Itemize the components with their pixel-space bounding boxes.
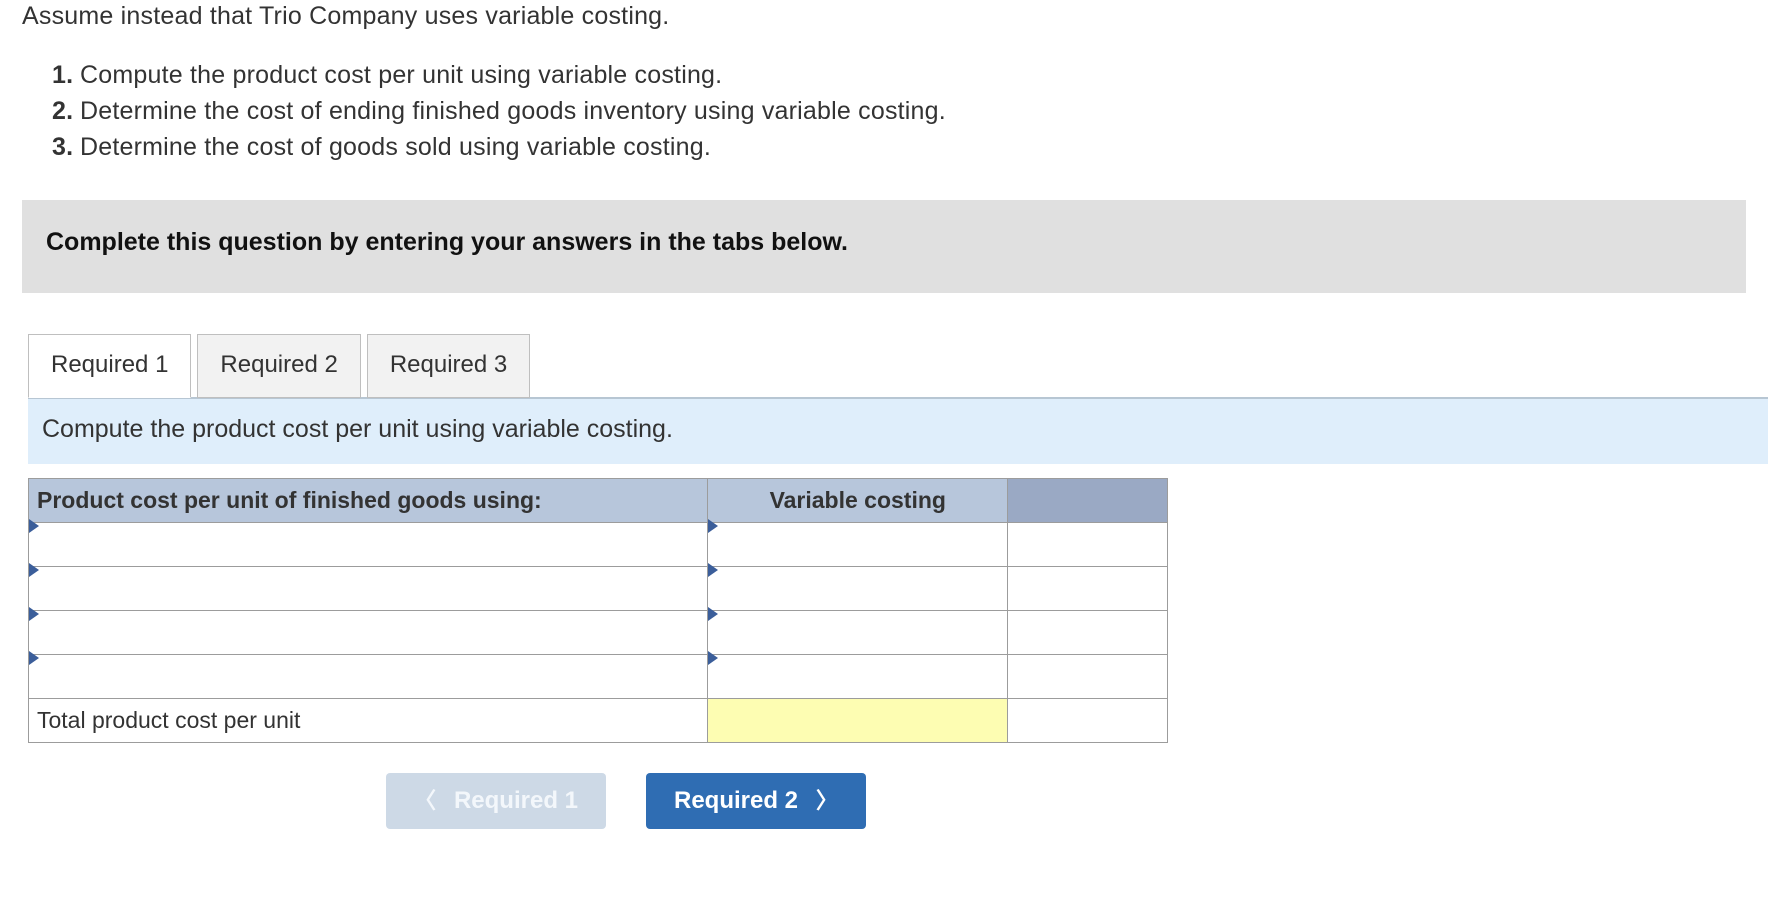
chevron-left-icon: 〈 — [414, 790, 436, 812]
cell-marker-icon — [708, 563, 718, 577]
cell-marker-icon — [708, 651, 718, 665]
tab-required-1[interactable]: Required 1 — [28, 334, 191, 398]
cost-value-input[interactable] — [708, 567, 1008, 611]
requirement-item: 2.Determine the cost of ending finished … — [52, 95, 1746, 129]
table-row — [29, 611, 1168, 655]
prev-button[interactable]: 〈 Required 1 — [386, 773, 606, 829]
nav-row: 〈 Required 1 Required 2 〉 — [56, 773, 1196, 829]
blank-cell — [1008, 655, 1168, 699]
table-total-row: Total product cost per unit — [29, 699, 1168, 743]
cost-item-input[interactable] — [29, 567, 708, 611]
next-button[interactable]: Required 2 〉 — [646, 773, 866, 829]
blank-cell — [1008, 699, 1168, 743]
tab-prompt: Compute the product cost per unit using … — [28, 397, 1768, 464]
table-row — [29, 523, 1168, 567]
prev-button-label: Required 1 — [454, 787, 578, 815]
total-value-cell[interactable] — [708, 699, 1008, 743]
cell-marker-icon — [708, 607, 718, 621]
table-row — [29, 567, 1168, 611]
blank-cell — [1008, 611, 1168, 655]
total-label: Total product cost per unit — [29, 699, 708, 743]
blank-cell — [1008, 523, 1168, 567]
requirement-text: Determine the cost of ending finished go… — [80, 97, 946, 125]
next-button-label: Required 2 — [674, 787, 798, 815]
col-header-blank — [1008, 479, 1168, 523]
cost-item-input[interactable] — [29, 523, 708, 567]
intro-lead: Assume instead that Trio Company uses va… — [22, 2, 1746, 31]
requirement-text: Compute the product cost per unit using … — [80, 61, 722, 89]
cell-marker-icon — [708, 519, 718, 533]
requirement-item: 1.Compute the product cost per unit usin… — [52, 59, 1746, 93]
cost-value-input[interactable] — [708, 523, 1008, 567]
tab-required-2[interactable]: Required 2 — [197, 334, 360, 398]
tabs-row: Required 1 Required 2 Required 3 — [28, 333, 1768, 397]
cell-marker-icon — [29, 651, 39, 665]
cell-marker-icon — [29, 607, 39, 621]
cost-value-input[interactable] — [708, 655, 1008, 699]
requirements-list: 1.Compute the product cost per unit usin… — [52, 59, 1746, 164]
chevron-right-icon: 〉 — [816, 790, 838, 812]
cost-value-input[interactable] — [708, 611, 1008, 655]
blank-cell — [1008, 567, 1168, 611]
cost-item-input[interactable] — [29, 611, 708, 655]
instruction-bar: Complete this question by entering your … — [22, 200, 1746, 293]
worksheet-table: Product cost per unit of finished goods … — [28, 478, 1168, 743]
requirement-item: 3.Determine the cost of goods sold using… — [52, 131, 1746, 165]
cell-marker-icon — [29, 519, 39, 533]
col-header-label: Product cost per unit of finished goods … — [29, 479, 708, 523]
col-header-costing: Variable costing — [708, 479, 1008, 523]
cell-marker-icon — [29, 563, 39, 577]
cost-item-input[interactable] — [29, 655, 708, 699]
requirement-text: Determine the cost of goods sold using v… — [80, 133, 711, 161]
tab-required-3[interactable]: Required 3 — [367, 334, 530, 398]
table-row — [29, 655, 1168, 699]
